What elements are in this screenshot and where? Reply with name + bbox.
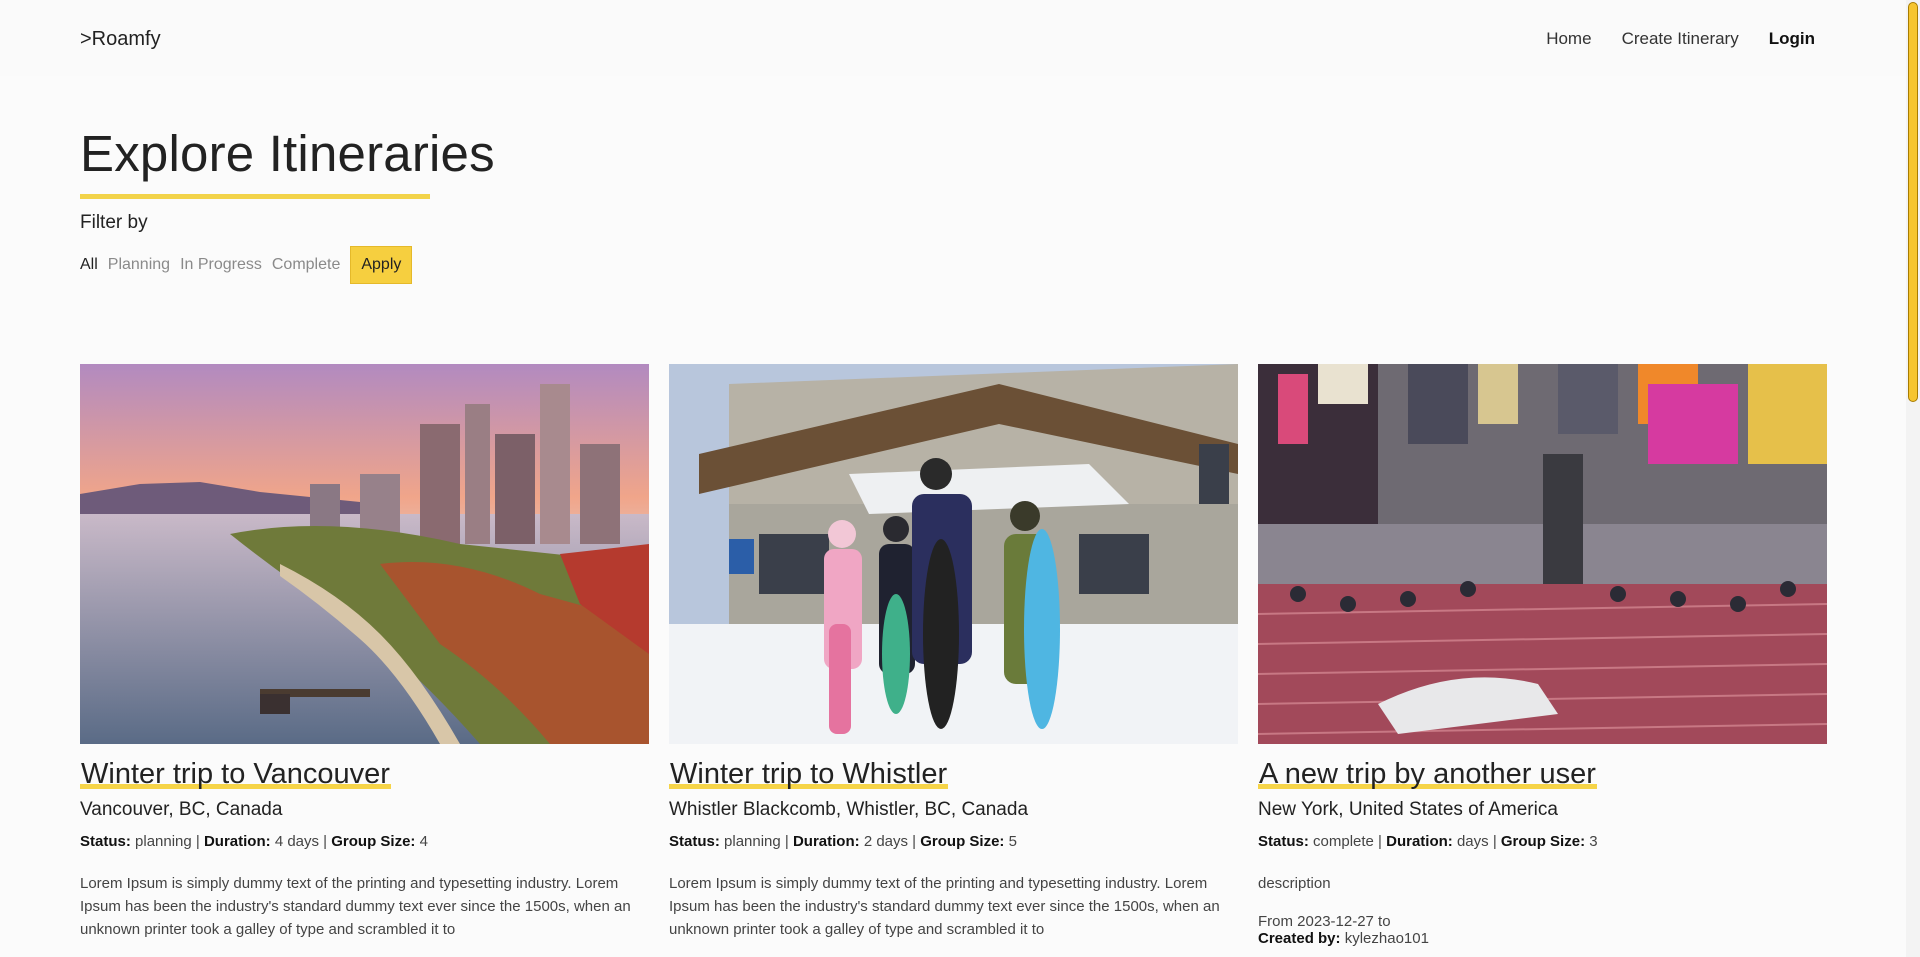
card-title[interactable]: Winter trip to Vancouver: [80, 758, 391, 791]
snowboard-family-photo[interactable]: [669, 364, 1238, 744]
times-square-photo[interactable]: [1258, 364, 1827, 744]
card-meta: Status: planning | Duration: 2 days | Gr…: [669, 833, 1017, 850]
card-title[interactable]: A new trip by another user: [1258, 758, 1597, 791]
duration-label: Duration:: [1386, 833, 1453, 850]
card-creator: Created by: kylezhao101: [1258, 930, 1827, 947]
nav-create-itinerary-link[interactable]: Create Itinerary: [1622, 29, 1739, 49]
duration-label: Duration:: [792, 833, 860, 850]
filter-bar: All Planning In Progress Complete Apply: [80, 246, 413, 284]
itinerary-card-new-york[interactable]: A new trip by another user New York, Uni…: [1258, 364, 1827, 947]
status-value: planning: [135, 833, 192, 850]
new-york-image: [1258, 364, 1827, 744]
navbar: >Roamfy Home Create Itinerary Login: [0, 0, 1906, 76]
filter-label: Filter by: [80, 212, 148, 233]
page-title: Explore Itineraries: [80, 125, 495, 182]
filter-planning[interactable]: Planning: [108, 256, 170, 274]
card-description: description: [1258, 875, 1331, 892]
itinerary-cards: Winter trip to Vancouver Vancouver, BC, …: [80, 364, 1827, 947]
status-value: complete: [1313, 833, 1374, 850]
card-meta: Status: planning | Duration: 4 days | Gr…: [80, 833, 428, 850]
nav-home-link[interactable]: Home: [1546, 29, 1591, 49]
card-location: New York, United States of America: [1258, 799, 1558, 820]
card-description: Lorem Ipsum is simply dummy text of the …: [80, 875, 631, 938]
whistler-image: [669, 364, 1238, 744]
filter-all[interactable]: All: [80, 256, 98, 274]
card-location: Whistler Blackcomb, Whistler, BC, Canada: [669, 799, 1029, 820]
status-value: planning: [724, 833, 781, 850]
itinerary-card-whistler[interactable]: Winter trip to Whistler Whistler Blackco…: [669, 364, 1238, 947]
duration-value: 4 days: [274, 833, 320, 850]
group-size-label: Group Size:: [1500, 833, 1586, 850]
created-by-value: kylezhao101: [1344, 930, 1429, 947]
group-size-label: Group Size:: [331, 833, 416, 850]
card-description: Lorem Ipsum is simply dummy text of the …: [669, 875, 1220, 938]
group-size-value: 5: [1008, 833, 1017, 850]
filter-in-progress[interactable]: In Progress: [180, 256, 262, 274]
scrollbar-thumb[interactable]: [1908, 2, 1918, 402]
nav-links: Home Create Itinerary Login: [1516, 29, 1815, 49]
itinerary-card-vancouver[interactable]: Winter trip to Vancouver Vancouver, BC, …: [80, 364, 649, 947]
card-location: Vancouver, BC, Canada: [80, 799, 283, 820]
duration-label: Duration:: [203, 833, 271, 850]
vancouver-image: [80, 364, 649, 744]
nav-login-link[interactable]: Login: [1769, 29, 1815, 49]
duration-value: days: [1456, 833, 1489, 850]
card-dates: From 2023-12-27 to: [1258, 913, 1391, 930]
apply-button[interactable]: Apply: [350, 246, 413, 284]
group-size-value: 4: [419, 833, 428, 850]
group-size-label: Group Size:: [920, 833, 1005, 850]
filter-complete[interactable]: Complete: [272, 256, 340, 274]
scrollbar[interactable]: [1906, 0, 1920, 957]
logo[interactable]: >Roamfy: [80, 28, 161, 51]
vancouver-waterfront-photo[interactable]: [80, 364, 649, 744]
title-underline: [80, 194, 430, 199]
status-label: Status:: [1258, 833, 1309, 850]
card-meta: Status: complete | Duration: days | Grou…: [1258, 833, 1598, 850]
duration-value: 2 days: [863, 833, 909, 850]
created-by-label: Created by:: [1258, 930, 1341, 947]
status-label: Status:: [80, 833, 131, 850]
status-label: Status:: [669, 833, 720, 850]
group-size-value: 3: [1589, 833, 1598, 850]
card-title[interactable]: Winter trip to Whistler: [669, 758, 949, 791]
